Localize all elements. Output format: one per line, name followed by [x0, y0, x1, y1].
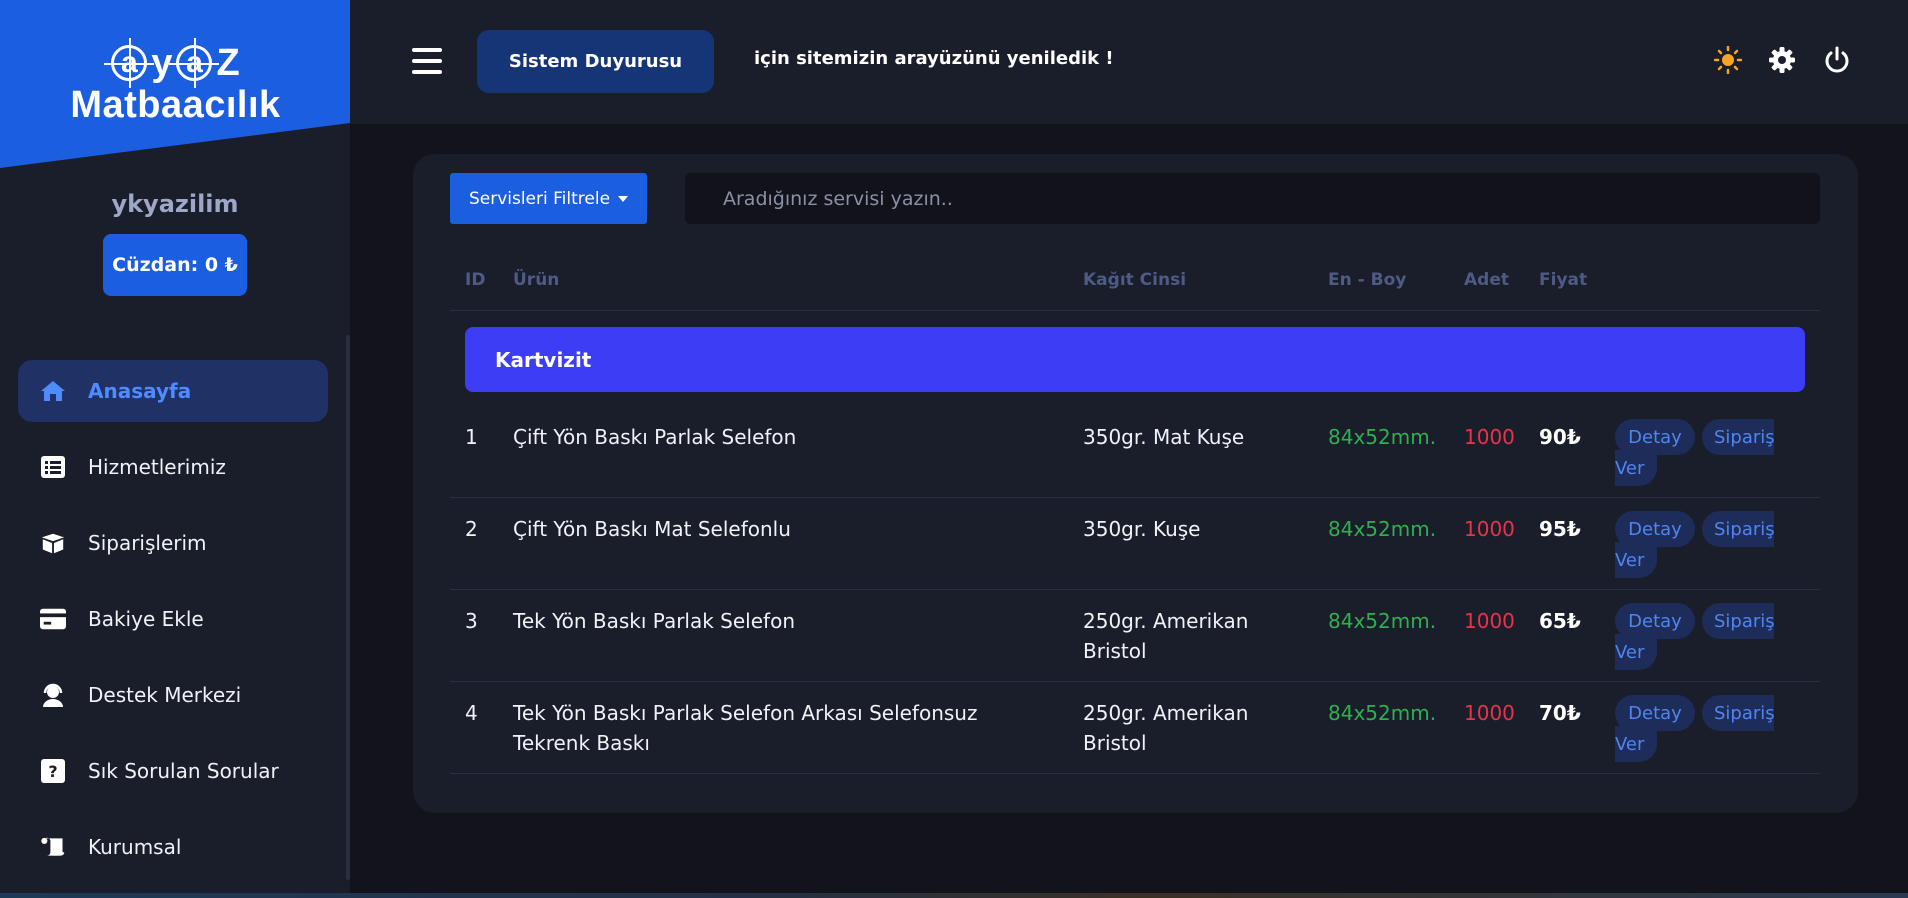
system-announcement-button[interactable]: Sistem Duyurusu — [477, 30, 714, 93]
sidebar-item-label: Kurumsal — [88, 835, 182, 859]
order-button[interactable]: Sipariş — [1702, 419, 1774, 455]
headset-icon — [40, 683, 66, 707]
divider — [450, 310, 1820, 311]
cell-price: 90₺ — [1539, 425, 1581, 449]
home-icon — [40, 379, 66, 403]
column-header-product: Ürün — [513, 270, 560, 290]
divider — [450, 589, 1820, 590]
sidebar-item-kurumsal[interactable]: Kurumsal — [18, 816, 328, 878]
column-header-price: Fiyat — [1539, 270, 1588, 290]
sidebar-item-anasayfa[interactable]: Anasayfa — [18, 360, 328, 422]
sidebar-item-hizmetlerimiz[interactable]: Hizmetlerimiz — [18, 436, 328, 498]
cell-id: 3 — [465, 609, 478, 633]
cell-size: 84x52mm. — [1328, 609, 1437, 633]
category-header-kartvizit: Kartvizit — [465, 327, 1805, 392]
order-button-continued[interactable]: Ver — [1615, 726, 1657, 762]
sidebar-nav: Anasayfa Hizmetlerimiz Siparişlerim Baki… — [18, 360, 328, 892]
cell-id: 4 — [465, 701, 478, 725]
logo-subtitle: Matbaacılık — [70, 84, 281, 126]
cell-quantity: 1000 — [1464, 425, 1515, 449]
order-button-continued[interactable]: Ver — [1615, 450, 1657, 486]
chevron-down-icon — [618, 195, 629, 202]
divider — [450, 681, 1820, 682]
order-button[interactable]: Sipariş — [1702, 695, 1774, 731]
cell-size: 84x52mm. — [1328, 701, 1437, 725]
scroll-icon — [40, 835, 66, 859]
service-search-input[interactable] — [685, 173, 1820, 224]
cell-paper: 350gr. Kuşe — [1083, 517, 1201, 541]
logo-letter: Z — [216, 41, 240, 84]
filter-services-button[interactable]: Servisleri Filtrele — [450, 173, 647, 224]
cell-paper: 250gr. Amerikan Bristol — [1083, 701, 1249, 755]
cell-quantity: 1000 — [1464, 701, 1515, 725]
cell-size: 84x52mm. — [1328, 517, 1437, 541]
sidebar-scrollbar[interactable] — [346, 335, 350, 880]
order-button-continued[interactable]: Ver — [1615, 634, 1657, 670]
sidebar-item-label: Anasayfa — [88, 379, 192, 403]
cell-quantity: 1000 — [1464, 609, 1515, 633]
column-header-quantity: Adet — [1464, 270, 1509, 290]
cell-id: 1 — [465, 425, 478, 449]
order-button[interactable]: Sipariş — [1702, 511, 1774, 547]
divider — [450, 497, 1820, 498]
filter-button-label: Servisleri Filtrele — [468, 188, 611, 209]
sidebar-item-sss[interactable]: ? Sık Sorulan Sorular — [18, 740, 328, 802]
sun-icon[interactable] — [1713, 45, 1743, 75]
sidebar-item-bakiye-ekle[interactable]: Bakiye Ekle — [18, 588, 328, 650]
cell-product: Çift Yön Baskı Parlak Selefon — [513, 425, 797, 449]
sidebar-item-label: Destek Merkezi — [88, 683, 242, 707]
cell-product: Çift Yön Baskı Mat Selefonlu — [513, 517, 791, 541]
sidebar-item-destek-merkezi[interactable]: Destek Merkezi — [18, 664, 328, 726]
order-button-continued[interactable]: Ver — [1615, 542, 1657, 578]
cell-id: 2 — [465, 517, 478, 541]
cell-price: 95₺ — [1539, 517, 1581, 541]
logo-letter-ring: a — [104, 38, 155, 88]
username: ykyazilim — [111, 190, 239, 218]
cell-paper: 250gr. Amerikan Bristol — [1083, 609, 1249, 663]
wallet-button[interactable]: Cüzdan: 0 ₺ — [103, 234, 247, 296]
column-header-size: En - Boy — [1328, 270, 1407, 290]
sidebar-item-label: Hizmetlerimiz — [88, 455, 226, 479]
brand-logo[interactable]: a y a Z Matbaacılık — [68, 38, 283, 126]
cell-product: Tek Yön Baskı Parlak Selefon Arkası Sele… — [513, 701, 978, 755]
question-icon: ? — [40, 759, 66, 783]
cell-size: 84x52mm. — [1328, 425, 1437, 449]
divider — [450, 773, 1820, 774]
column-header-id: ID — [465, 270, 486, 290]
order-button[interactable]: Sipariş — [1702, 603, 1774, 639]
sidebar: a y a Z Matbaacılık ykyazilim Cüzdan: 0 … — [0, 0, 350, 898]
sidebar-item-label: Bakiye Ekle — [88, 607, 204, 631]
menu-icon[interactable] — [412, 48, 442, 74]
sidebar-item-label: Sık Sorulan Sorular — [88, 759, 279, 783]
cell-paper: 350gr. Mat Kuşe — [1083, 425, 1245, 449]
gear-icon[interactable] — [1768, 46, 1796, 74]
sidebar-item-siparislerim[interactable]: Siparişlerim — [18, 512, 328, 574]
logo-letter-ring: a — [169, 38, 220, 88]
announcement-text: için sitemizin arayüzünü yeniledik ! — [754, 48, 1114, 69]
list-icon — [40, 455, 66, 479]
cell-price: 65₺ — [1539, 609, 1581, 633]
cell-quantity: 1000 — [1464, 517, 1515, 541]
logo-wordmark: a y a Z — [68, 38, 283, 88]
column-header-paper: Kağıt Cinsi — [1083, 270, 1187, 290]
cell-price: 70₺ — [1539, 701, 1581, 725]
credit-card-icon — [40, 607, 66, 631]
window-bottom-edge — [0, 893, 1908, 898]
box-icon — [40, 531, 66, 555]
cell-product: Tek Yön Baskı Parlak Selefon — [513, 609, 795, 633]
power-icon[interactable] — [1823, 46, 1851, 74]
svg-text:?: ? — [48, 762, 57, 781]
sidebar-item-label: Siparişlerim — [88, 531, 207, 555]
